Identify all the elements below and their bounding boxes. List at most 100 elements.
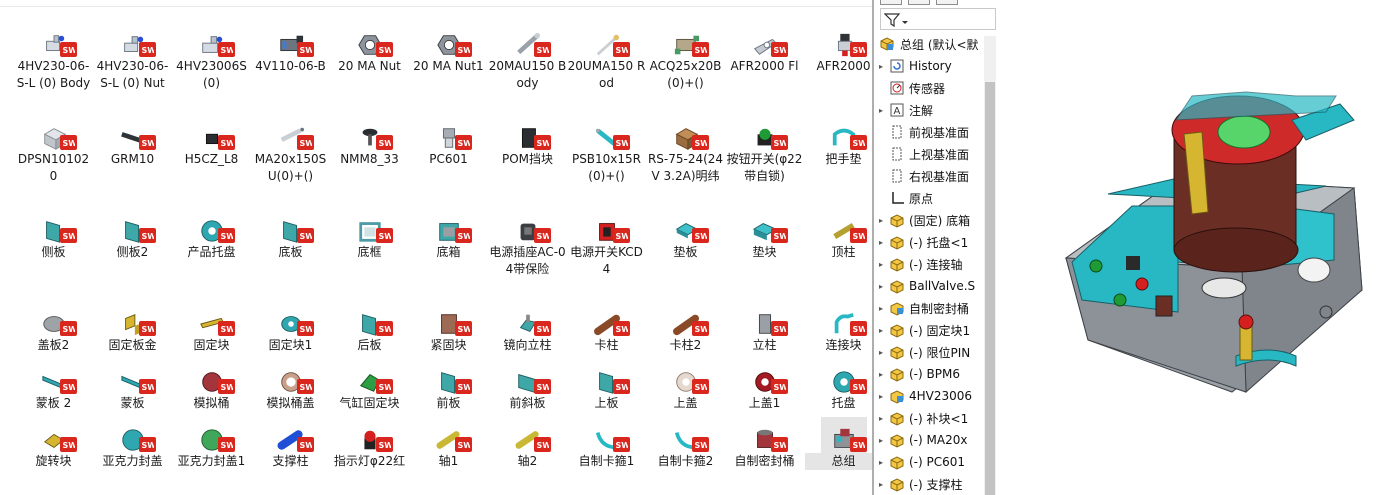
tree-item[interactable]: 原点 (874, 187, 986, 209)
file-item[interactable]: SW 轴2 (488, 417, 567, 477)
expand-arrow-icon[interactable]: ▸ (874, 106, 888, 115)
file-item[interactable]: SW 卡柱 (567, 301, 646, 359)
tree-item[interactable]: 前视基准面 (874, 121, 986, 143)
file-item[interactable]: SW 把手垫 (804, 115, 872, 208)
file-item[interactable]: SW POM挡块 (488, 115, 567, 208)
tree-item[interactable]: ▸ (-) MA20x (874, 429, 986, 451)
file-item[interactable]: SW 托盘 (804, 359, 872, 417)
graphics-viewport[interactable] (996, 0, 1393, 495)
tree-item[interactable]: ▸ (-) 支撑柱 (874, 473, 986, 495)
tree-item[interactable]: ▸ A 注解 (874, 99, 986, 121)
tree-item[interactable]: ▸ (-) 固定块1 (874, 319, 986, 341)
expand-arrow-icon[interactable]: ▸ (874, 458, 888, 467)
file-item[interactable]: SW 20UMA150 Rod (567, 22, 646, 115)
expand-arrow-icon[interactable]: ▸ (874, 282, 888, 291)
tab-feature-manager[interactable] (880, 0, 902, 5)
file-item[interactable]: SW 20 MA Nut1 (409, 22, 488, 115)
file-item[interactable]: SW 电源插座AC-04带保险 (488, 208, 567, 301)
file-item[interactable]: SW NMM8_33 (330, 115, 409, 208)
expand-arrow-icon[interactable]: ▸ (874, 238, 888, 247)
file-item[interactable]: SW ACQ25x20B(0)+() (646, 22, 725, 115)
file-item[interactable]: SW 自制卡箍2 (646, 417, 725, 477)
file-item[interactable]: SW PC601 (409, 115, 488, 208)
file-item[interactable]: SW 20MAU150 Body (488, 22, 567, 115)
file-item[interactable]: SW 亚克力封盖 (93, 417, 172, 477)
tree-item[interactable]: ▸ (-) 连接轴 (874, 253, 986, 275)
file-item[interactable]: SW 后板 (330, 301, 409, 359)
tree-item[interactable]: ▸ (-) BPM6 (874, 363, 986, 385)
expand-arrow-icon[interactable]: ▸ (874, 436, 888, 445)
tree-item[interactable]: ▸ (-) PC601 (874, 451, 986, 473)
file-item[interactable]: SW H5CZ_L8 (172, 115, 251, 208)
file-item[interactable]: SW 固定块 (172, 301, 251, 359)
file-item[interactable]: SW PSB10x15R(0)+() (567, 115, 646, 208)
file-item[interactable]: SW 蒙板 (93, 359, 172, 417)
file-item[interactable]: SW 卡柱2 (646, 301, 725, 359)
file-item[interactable]: SW 镜向立柱 (488, 301, 567, 359)
file-item[interactable]: SW 轴1 (409, 417, 488, 477)
tree-item[interactable]: 右视基准面 (874, 165, 986, 187)
file-item[interactable]: SW 侧板 (14, 208, 93, 301)
file-item[interactable]: SW 自制卡箍1 (567, 417, 646, 477)
file-item[interactable]: SW GRM10 (93, 115, 172, 208)
file-item[interactable]: SW 上盖 (646, 359, 725, 417)
file-item[interactable]: SW 4HV230-06-S-L (0) Nut (93, 22, 172, 115)
tree-root-assembly[interactable]: 总组 (默认<默 (874, 33, 986, 55)
file-item[interactable]: SW 固定板金 (93, 301, 172, 359)
file-item[interactable]: SW 垫板 (646, 208, 725, 301)
expand-arrow-icon[interactable]: ▸ (874, 216, 888, 225)
expand-arrow-icon[interactable]: ▸ (874, 326, 888, 335)
file-item[interactable]: SW 自制密封桶 (725, 417, 804, 477)
file-item[interactable]: SW 底箱 (409, 208, 488, 301)
tree-item[interactable]: ▸ History (874, 55, 986, 77)
file-item[interactable]: SW 电源开关KCD4 (567, 208, 646, 301)
file-item[interactable]: SW 盖板2 (14, 301, 93, 359)
expand-arrow-icon[interactable]: ▸ (874, 62, 888, 71)
file-item[interactable]: SW 侧板2 (93, 208, 172, 301)
file-item[interactable]: SW 气缸固定块 (330, 359, 409, 417)
tree-filter-input[interactable] (880, 8, 996, 30)
expand-arrow-icon[interactable]: ▸ (874, 260, 888, 269)
file-item[interactable]: SW 上盖1 (725, 359, 804, 417)
tree-item[interactable]: 传感器 (874, 77, 986, 99)
file-item[interactable]: SW 垫块 (725, 208, 804, 301)
file-item[interactable]: SW 前斜板 (488, 359, 567, 417)
file-item[interactable]: SW 4HV230-06-S-L (0) Body (14, 22, 93, 115)
tree-item[interactable]: ▸ (-) 补块<1 (874, 407, 986, 429)
tab-property-manager[interactable] (908, 0, 930, 5)
scrollbar-thumb[interactable] (985, 82, 995, 495)
expand-arrow-icon[interactable]: ▸ (874, 414, 888, 423)
file-item[interactable]: SW 立柱 (725, 301, 804, 359)
file-item[interactable]: SW 按钮开关(φ22带自锁) (725, 115, 804, 208)
file-item[interactable]: SW 模拟桶盖 (251, 359, 330, 417)
tree-scrollbar[interactable] (984, 36, 996, 495)
expand-arrow-icon[interactable]: ▸ (874, 480, 888, 489)
file-item[interactable]: SW AFR2000 (804, 22, 872, 115)
file-item[interactable]: SW 旋转块 (14, 417, 93, 477)
expand-arrow-icon[interactable]: ▸ (874, 304, 888, 313)
file-item[interactable]: SW 连接块 (804, 301, 872, 359)
file-item[interactable]: SW 上板 (567, 359, 646, 417)
expand-arrow-icon[interactable]: ▸ (874, 370, 888, 379)
file-item[interactable]: SW 底框 (330, 208, 409, 301)
file-item[interactable]: SW 20 MA Nut (330, 22, 409, 115)
file-item[interactable]: SW 4HV23006S(0) (172, 22, 251, 115)
file-item[interactable]: SW AFR2000 Fl (725, 22, 804, 115)
file-item[interactable]: SW 蒙板 2 (14, 359, 93, 417)
tree-item[interactable]: 上视基准面 (874, 143, 986, 165)
expand-arrow-icon[interactable]: ▸ (874, 348, 888, 357)
file-item[interactable]: SW 总组 (804, 417, 872, 477)
tree-item[interactable]: ▸ BallValve.S (874, 275, 986, 297)
file-item[interactable]: SW 紧固块 (409, 301, 488, 359)
tree-item[interactable]: ▸ 自制密封桶 (874, 297, 986, 319)
tab-config-manager[interactable] (936, 0, 958, 5)
expand-arrow-icon[interactable]: ▸ (874, 392, 888, 401)
file-item[interactable]: SW 指示灯φ22红 (330, 417, 409, 477)
tree-item[interactable]: ▸ (-) 托盘<1 (874, 231, 986, 253)
file-item[interactable]: SW 亚克力封盖1 (172, 417, 251, 477)
file-item[interactable]: SW 模拟桶 (172, 359, 251, 417)
file-item[interactable]: SW 4V110-06-B (251, 22, 330, 115)
file-item[interactable]: SW DPSN101020 (14, 115, 93, 208)
file-item[interactable]: SW 顶柱 (804, 208, 872, 301)
file-item[interactable]: SW 产品托盘 (172, 208, 251, 301)
